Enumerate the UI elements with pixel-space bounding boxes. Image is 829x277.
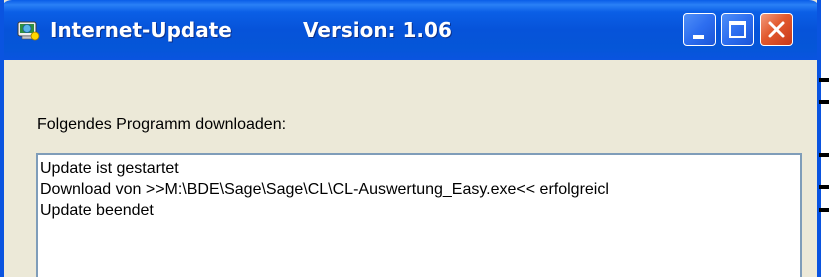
log-line: Update ist gestartet — [40, 160, 179, 177]
maximize-button[interactable] — [721, 13, 754, 46]
title-bar[interactable]: Internet-Update Version: 1.06 — [4, 0, 817, 60]
close-icon — [768, 21, 785, 38]
window-title: Internet-Update — [50, 18, 232, 42]
background-fragment — [819, 185, 829, 189]
close-button[interactable] — [760, 13, 793, 46]
update-window: Internet-Update Version: 1.06 Folgendes … — [0, 0, 821, 277]
minimize-button[interactable] — [683, 13, 716, 46]
background-fragment — [819, 153, 829, 157]
maximize-icon — [729, 21, 746, 38]
window-version: Version: 1.06 — [303, 18, 452, 42]
background-fragment — [819, 100, 829, 104]
update-globe-icon — [17, 21, 40, 41]
background-fragment — [819, 78, 829, 82]
minimize-icon — [693, 35, 704, 39]
log-line: Download von >>M:\BDE\Sage\Sage\CL\CL-Au… — [40, 181, 609, 198]
background-fragment — [819, 208, 829, 212]
update-log-textbox[interactable]: Update ist gestartet Download von >>M:\B… — [36, 153, 802, 277]
log-line: Update beendet — [40, 202, 154, 219]
download-label: Folgendes Programm downloaden: — [37, 116, 287, 133]
